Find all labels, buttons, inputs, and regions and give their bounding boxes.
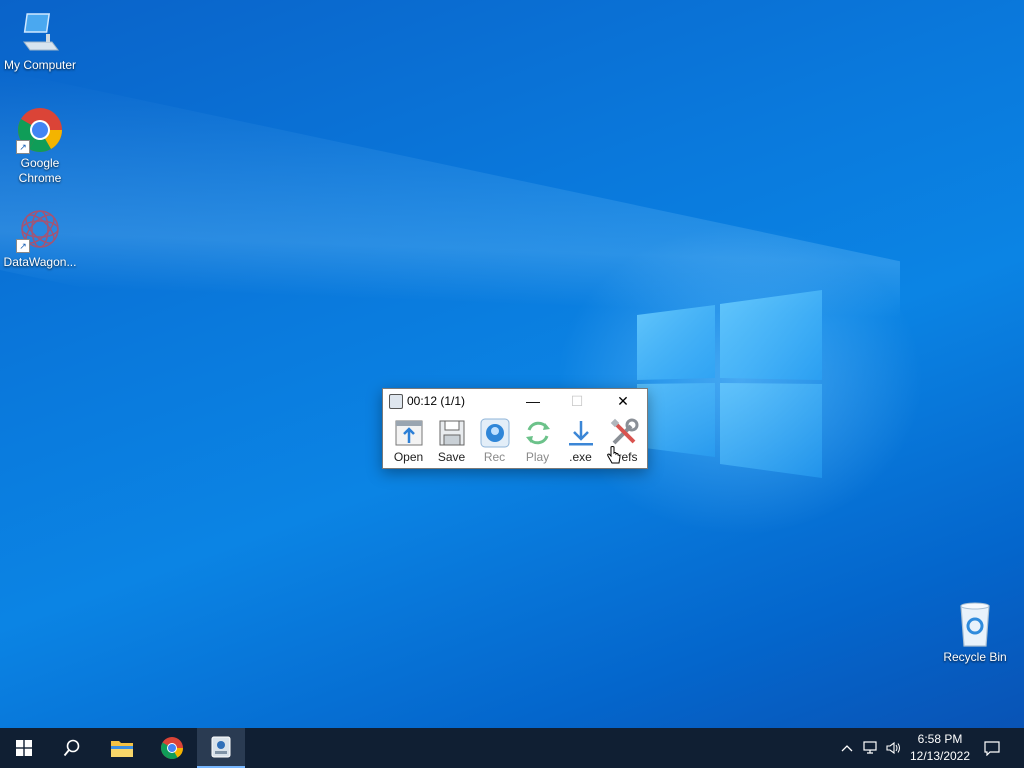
- floppy-disk-icon: [437, 418, 467, 448]
- toolbar-label: .exe: [569, 450, 592, 464]
- window-titlebar[interactable]: 00:12 (1/1) — ☐ ✕: [383, 389, 647, 413]
- windows-start-icon: [16, 740, 32, 756]
- desktop-icon-recycle-bin[interactable]: Recycle Bin: [937, 600, 1013, 665]
- notification-icon: [984, 741, 1000, 756]
- open-folder-icon: [394, 418, 424, 448]
- tools-wrench-icon: [609, 418, 639, 448]
- speaker-icon: [886, 741, 900, 755]
- notifications-button[interactable]: [978, 728, 1006, 768]
- start-button[interactable]: [0, 728, 48, 768]
- volume-button[interactable]: [883, 728, 903, 768]
- taskbar-recorder-app[interactable]: [197, 728, 245, 768]
- maximize-button[interactable]: ☐: [555, 389, 599, 413]
- shortcut-arrow-icon: ↗: [16, 140, 30, 154]
- desktop-icon-my-computer[interactable]: My Computer: [0, 8, 80, 73]
- close-button[interactable]: ✕: [601, 389, 645, 413]
- taskbar-file-explorer[interactable]: [98, 728, 146, 768]
- recycle-bin-icon: [951, 600, 999, 648]
- recorder-app-icon: [211, 736, 231, 758]
- rec-button[interactable]: Rec: [473, 418, 516, 464]
- download-arrow-icon: [566, 418, 596, 448]
- toolbar-label: Save: [437, 450, 466, 464]
- save-button[interactable]: Save: [430, 418, 473, 464]
- taskbar-clock[interactable]: 6:58 PM 12/13/2022: [905, 731, 975, 765]
- open-button[interactable]: Open: [387, 418, 430, 464]
- toolbar-label: Play: [525, 450, 550, 464]
- desktop-icon-datawagon[interactable]: ↗ DataWagon...: [0, 205, 80, 270]
- clock-time: 6:58 PM: [917, 732, 963, 746]
- folder-icon: [111, 741, 133, 757]
- toolbar-label: Open: [393, 450, 424, 464]
- show-hidden-icons-button[interactable]: [838, 728, 856, 768]
- desktop-icon-label: Recycle Bin: [943, 650, 1007, 664]
- desktop-icon-label: My Computer: [3, 58, 77, 72]
- computer-icon: [16, 8, 64, 56]
- chrome-icon: [161, 737, 183, 759]
- toolbar-label: Rec: [483, 450, 506, 464]
- play-cycle-icon: [523, 418, 553, 448]
- network-button[interactable]: [861, 728, 881, 768]
- shortcut-arrow-icon: ↗: [16, 239, 30, 253]
- chevron-up-icon: [841, 745, 853, 752]
- taskbar: 6:58 PM 12/13/2022: [0, 728, 1024, 768]
- app-icon: [389, 394, 403, 409]
- search-icon: [63, 739, 80, 757]
- minimize-button[interactable]: —: [511, 389, 555, 413]
- datawagon-icon: ↗: [16, 205, 64, 253]
- network-icon: [863, 741, 877, 754]
- play-button[interactable]: Play: [516, 418, 559, 464]
- exe-button[interactable]: .exe: [559, 418, 602, 464]
- window-title: 00:12 (1/1): [407, 394, 466, 408]
- hand-cursor-icon: [607, 446, 621, 464]
- chrome-icon: ↗: [16, 106, 64, 154]
- desktop-icon-label: Google Chrome: [18, 156, 62, 185]
- desktop-icon-google-chrome[interactable]: ↗ Google Chrome: [0, 106, 80, 186]
- record-icon: [480, 418, 510, 448]
- clock-date: 12/13/2022: [909, 749, 971, 763]
- desktop-icon-label: DataWagon...: [3, 255, 77, 269]
- taskbar-chrome[interactable]: [148, 728, 196, 768]
- search-button[interactable]: [48, 728, 96, 768]
